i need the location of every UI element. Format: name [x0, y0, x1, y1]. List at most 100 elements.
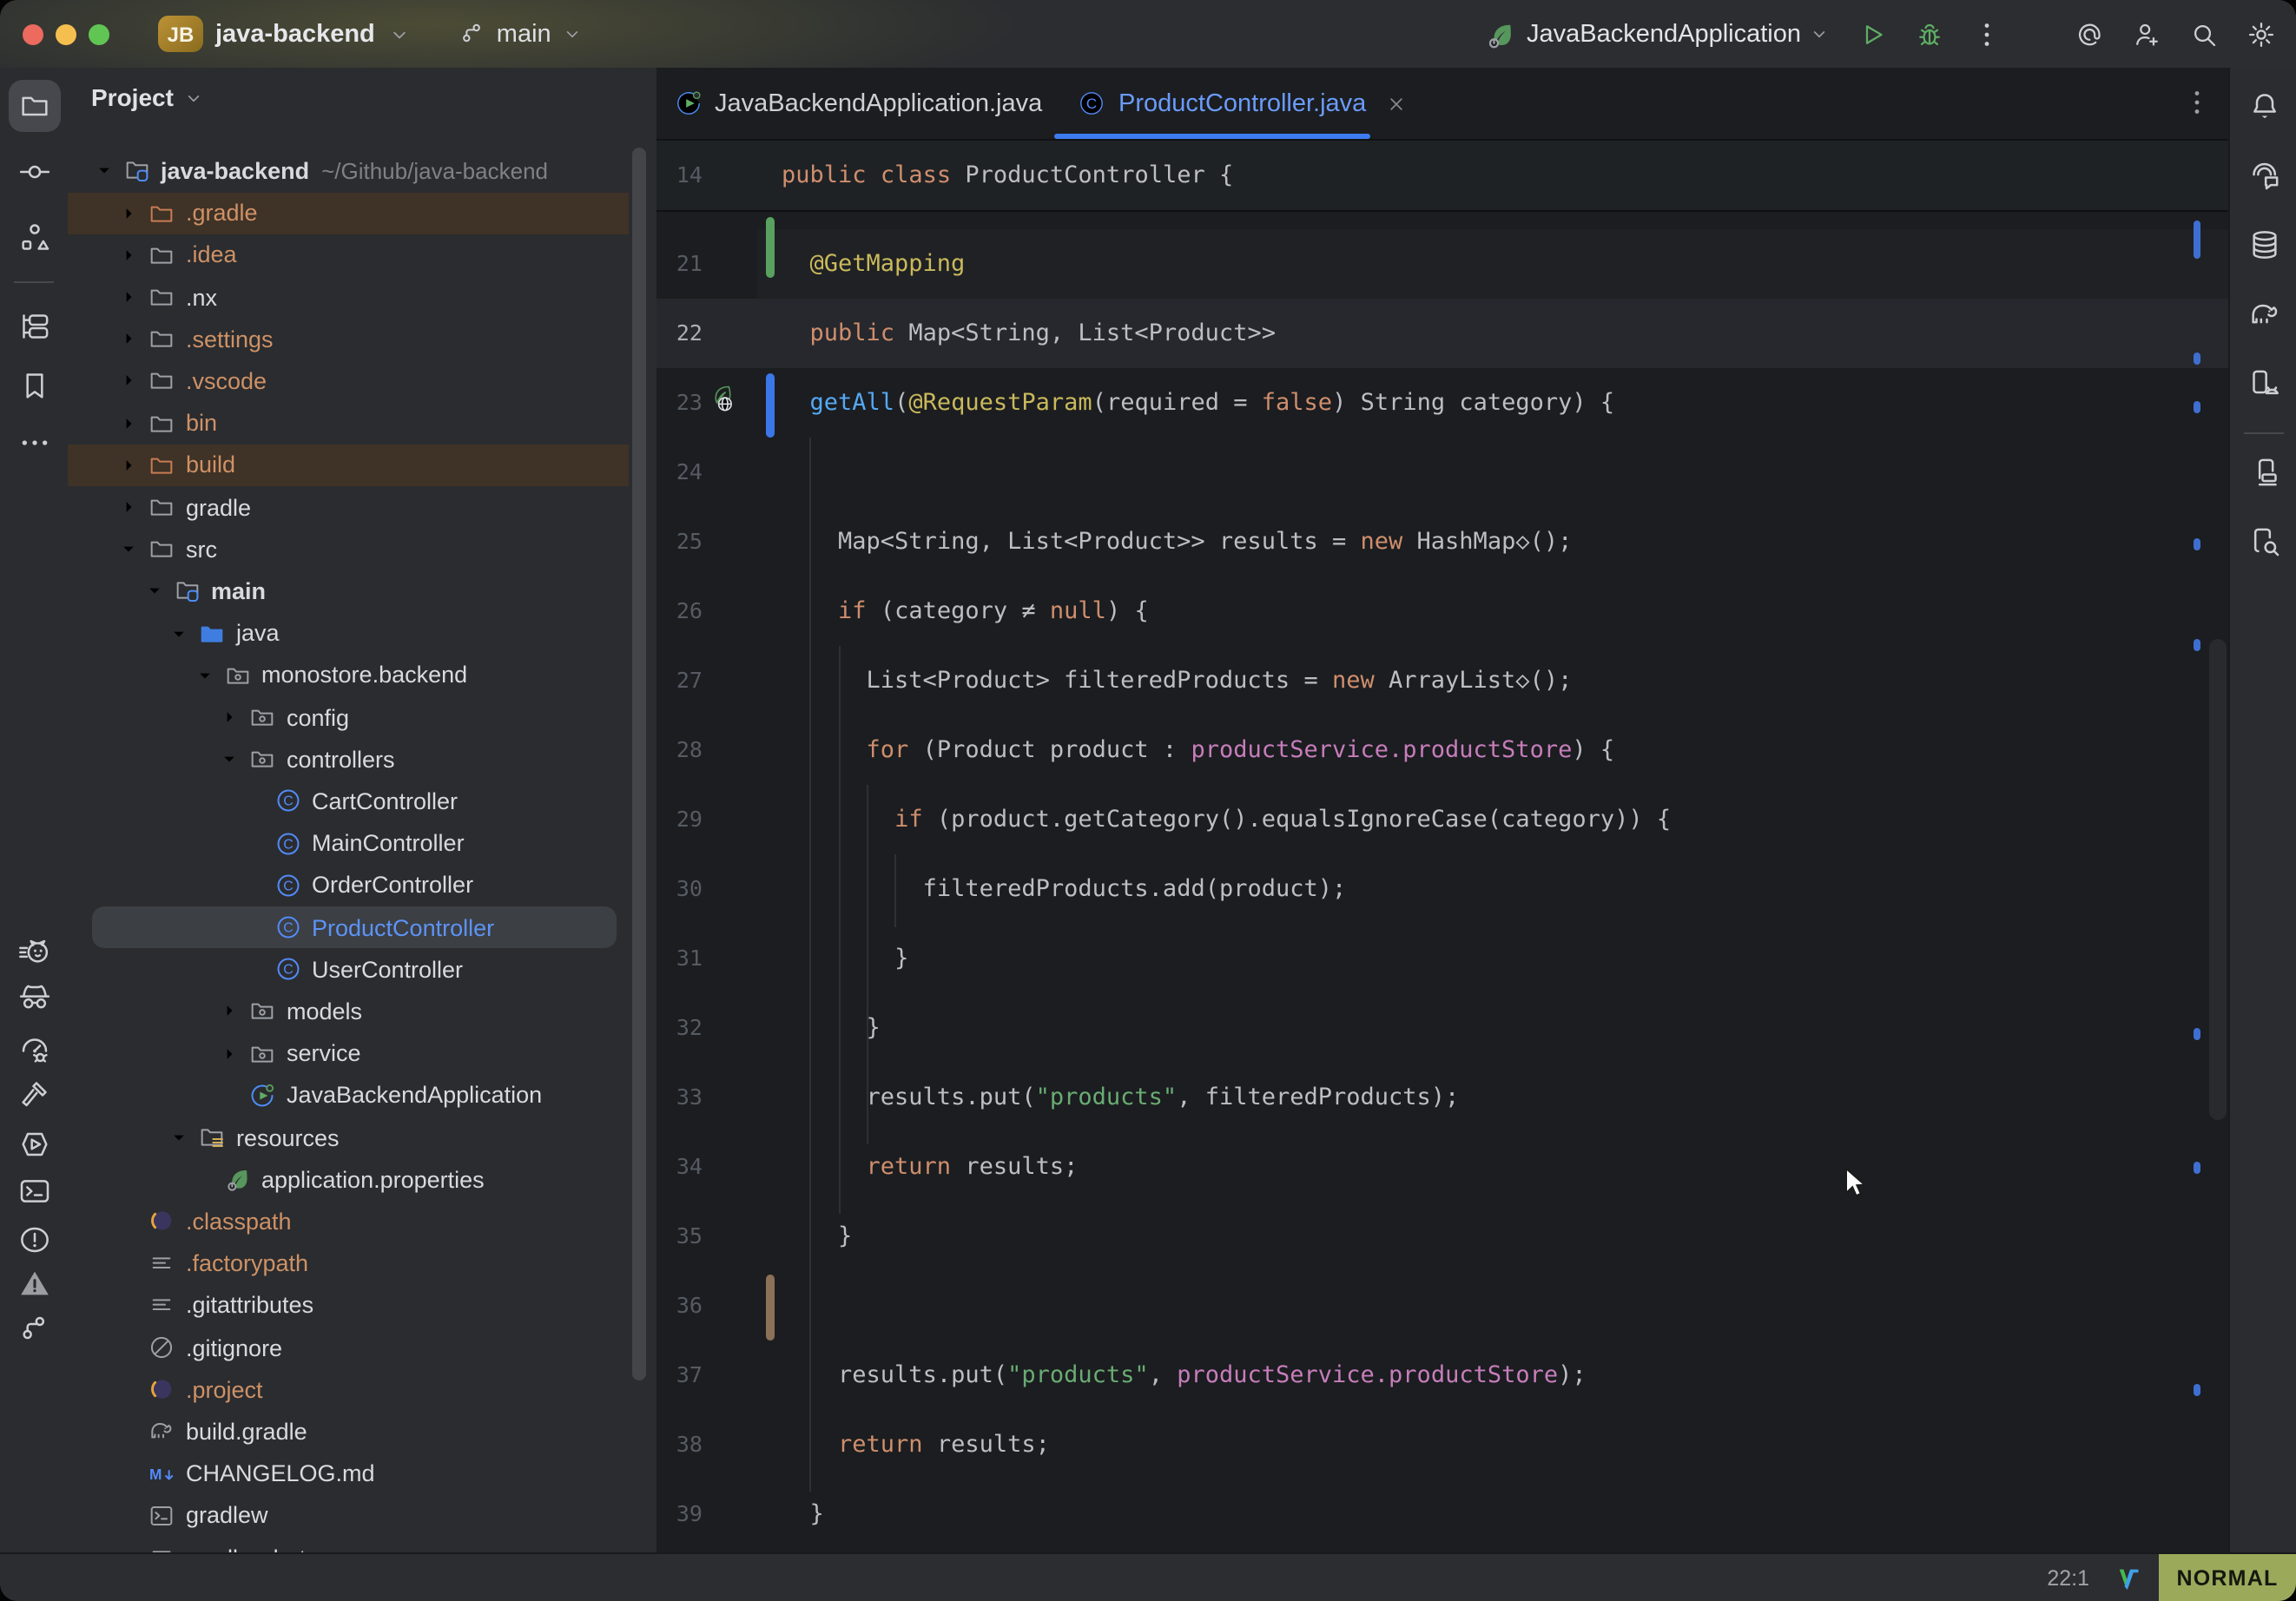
chevron-right-icon[interactable]: [116, 285, 141, 309]
code-line-28[interactable]: 28 for (Product product : productService.…: [656, 715, 2228, 784]
line-number[interactable]: 23: [656, 367, 703, 437]
chevron-right-icon[interactable]: [116, 327, 141, 352]
line-number[interactable]: 24: [656, 437, 703, 506]
ideavim-icon[interactable]: [2112, 1564, 2141, 1593]
tree-item-resources[interactable]: resources: [167, 1117, 340, 1158]
close-window-icon[interactable]: [23, 23, 43, 44]
stripe-change-mark[interactable]: [2193, 639, 2200, 651]
gradle-elephant-icon[interactable]: [2247, 296, 2281, 331]
device-search-icon[interactable]: [2247, 524, 2281, 559]
chevron-right-icon[interactable]: [116, 453, 141, 478]
commit-icon[interactable]: [16, 155, 51, 189]
warning-triangle-icon[interactable]: [16, 1266, 51, 1301]
chevron-down-icon[interactable]: [167, 621, 191, 645]
stripe-change-mark[interactable]: [2193, 1028, 2200, 1040]
line-number[interactable]: 31: [656, 923, 703, 992]
run-configuration-selector[interactable]: JavaBackendApplication: [1527, 20, 1801, 48]
code-line-text[interactable]: results.put("products", productService.p…: [782, 1340, 1587, 1409]
chevron-right-icon[interactable]: [116, 243, 141, 267]
tree-item-usercontroller[interactable]: CUserController: [242, 948, 463, 990]
line-number[interactable]: 35: [656, 1201, 703, 1270]
code-line-text[interactable]: public Map<String, List<Product>>: [782, 298, 1276, 367]
terminal-icon[interactable]: [16, 1174, 51, 1209]
run-icon[interactable]: [1857, 18, 1888, 49]
tree-item-java-backend[interactable]: java-backend~/Github/java-backend: [91, 150, 548, 192]
more-vertical-icon[interactable]: [2181, 87, 2213, 118]
tree-item-main[interactable]: main: [142, 570, 266, 612]
chevron-right-icon[interactable]: [217, 999, 241, 1024]
code-line-23[interactable]: 23 getAll(@RequestParam(required = false)…: [656, 367, 2228, 437]
code-line-34[interactable]: 34return results;: [656, 1131, 2228, 1201]
device-android-icon[interactable]: [2247, 366, 2281, 401]
tree-item-bin[interactable]: bin: [116, 402, 217, 444]
code-line-text[interactable]: @GetMapping: [782, 228, 965, 298]
add-user-icon[interactable]: [2131, 18, 2162, 49]
search-icon[interactable]: [2188, 18, 2220, 49]
tree-item--nx[interactable]: .nx: [116, 276, 217, 318]
code-line-35[interactable]: 35}: [656, 1201, 2228, 1270]
code-line-text[interactable]: for (Product product : productService.pr…: [782, 715, 1614, 784]
tree-item--gitattributes[interactable]: .gitattributes: [116, 1285, 313, 1327]
code-line-31[interactable]: 31}: [656, 923, 2228, 992]
chevron-down-icon[interactable]: [192, 663, 216, 688]
line-number[interactable]: 28: [656, 715, 703, 784]
tree-item--factorypath[interactable]: .factorypath: [116, 1242, 308, 1284]
chevron-right-icon[interactable]: [116, 369, 141, 393]
code-line-32[interactable]: 32}: [656, 992, 2228, 1062]
tree-item-monostore-backend[interactable]: monostore.backend: [192, 655, 467, 696]
tree-item-productcontroller[interactable]: CProductController: [242, 906, 494, 948]
line-number[interactable]: 30: [656, 853, 703, 923]
zoom-window-icon[interactable]: [89, 23, 109, 44]
vcs-added-marker[interactable]: [766, 217, 775, 278]
line-number[interactable]: 34: [656, 1131, 703, 1201]
chevron-down-icon[interactable]: [387, 22, 412, 46]
ai-chat-icon[interactable]: [2247, 158, 2281, 193]
tree-item--project[interactable]: .project: [116, 1368, 263, 1410]
code-line-21[interactable]: 21 @GetMapping: [656, 228, 2228, 298]
vcs-modified-marker[interactable]: [766, 373, 775, 438]
chevron-right-icon[interactable]: [116, 411, 141, 435]
speed-cat-icon[interactable]: [16, 933, 51, 968]
code-line-text[interactable]: if (product.getCategory().equalsIgnoreCa…: [782, 784, 1671, 853]
tree-item-gradle[interactable]: gradle: [116, 486, 251, 528]
line-number[interactable]: 33: [656, 1062, 703, 1131]
code-line-text[interactable]: if (category ≠ null) {: [782, 576, 1149, 645]
line-number[interactable]: 38: [656, 1409, 703, 1479]
tree-item--gitignore[interactable]: .gitignore: [116, 1327, 282, 1368]
chevron-down-icon[interactable]: [217, 748, 241, 772]
stripe-change-mark[interactable]: [2193, 1162, 2200, 1174]
line-number[interactable]: 36: [656, 1270, 703, 1340]
tree-item-changelog-md[interactable]: MCHANGELOG.md: [116, 1453, 375, 1494]
device-screen-icon[interactable]: [2247, 454, 2281, 489]
chevron-down-icon[interactable]: [1808, 23, 1831, 45]
stripe-change-mark[interactable]: [2193, 352, 2200, 365]
code-line-39[interactable]: 39}: [656, 1479, 2228, 1548]
tab-javabackendapplication-java[interactable]: JavaBackendApplication.java: [673, 68, 1042, 139]
project-panel-header[interactable]: Project: [91, 83, 205, 111]
code-line-text[interactable]: return results;: [782, 1409, 1050, 1479]
chevron-down-icon[interactable]: [116, 537, 141, 562]
code-line-text[interactable]: }: [782, 1201, 852, 1270]
more-vertical-icon[interactable]: [1971, 18, 2002, 49]
hexagon-play-icon[interactable]: [16, 1126, 51, 1161]
tree-item-application-properties[interactable]: application.properties: [192, 1158, 485, 1200]
code-line-text[interactable]: getAll(@RequestParam(required = false) S…: [782, 367, 1614, 437]
line-number[interactable]: 27: [656, 645, 703, 715]
stripe-change-mark[interactable]: [2193, 221, 2200, 259]
code-line-24[interactable]: 24: [656, 437, 2228, 506]
line-number[interactable]: 29: [656, 784, 703, 853]
tree-item--classpath[interactable]: .classpath: [116, 1201, 292, 1242]
line-number[interactable]: 21: [656, 228, 703, 298]
line-number[interactable]: 37: [656, 1340, 703, 1409]
more-horizontal-icon[interactable]: [16, 425, 51, 460]
bookmarks-icon[interactable]: [16, 367, 51, 402]
line-number[interactable]: 32: [656, 992, 703, 1062]
code-line-26[interactable]: 26 if (category ≠ null) {: [656, 576, 2228, 645]
sticky-line[interactable]: 14public class ProductController {: [656, 141, 2228, 211]
line-number[interactable]: 14: [656, 141, 703, 210]
code-line-text[interactable]: }: [782, 923, 908, 992]
structure-icon[interactable]: [16, 220, 51, 254]
line-number[interactable]: 26: [656, 576, 703, 645]
vcs-whitespace-marker[interactable]: [766, 1275, 775, 1341]
tree-item--settings[interactable]: .settings: [116, 318, 274, 359]
